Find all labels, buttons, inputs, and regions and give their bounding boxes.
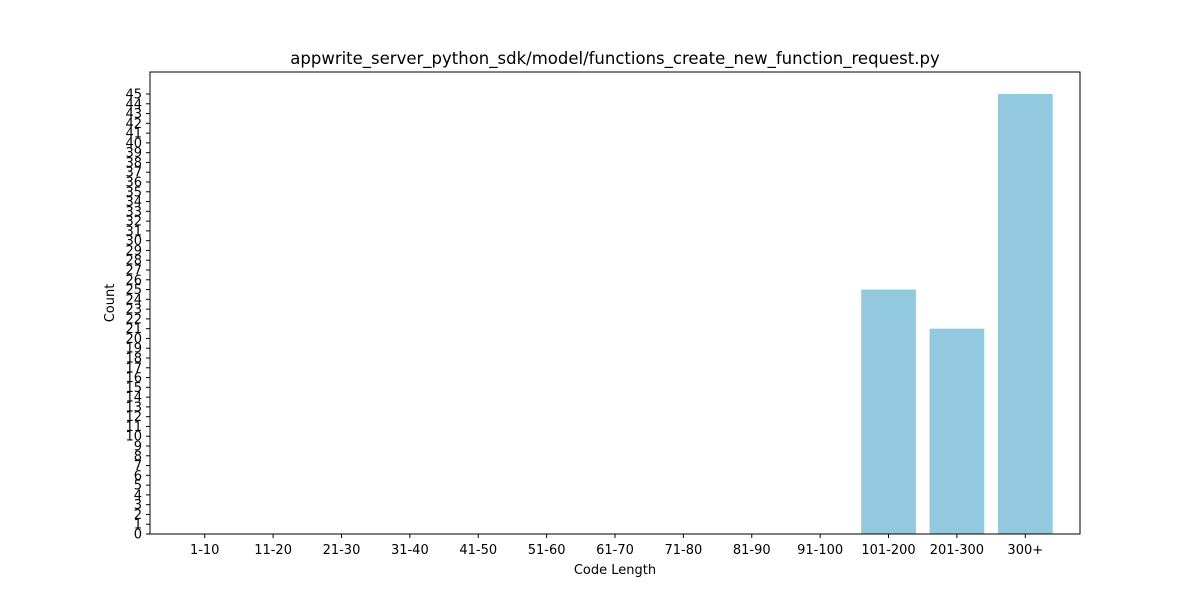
- bar: [997, 94, 1053, 534]
- x-tick-label: 21-30: [323, 543, 361, 558]
- bar: [861, 289, 916, 534]
- x-tick-label: 300+: [1007, 543, 1043, 558]
- x-tick-label: 91-100: [797, 543, 843, 558]
- x-tick-label: 71-80: [664, 543, 702, 558]
- bar-chart: appwrite_server_python_sdk/model/functio…: [103, 49, 1081, 578]
- x-tick-label: 61-70: [596, 543, 634, 558]
- bar: [929, 328, 985, 534]
- x-tick-label: 11-20: [254, 543, 292, 558]
- x-tick-label: 201-300: [930, 543, 984, 558]
- x-axis: 1-10 11-20 21-30 31-40 41-50 51-60 61-70 71-80 8…: [190, 534, 1043, 558]
- y-axis: 0123456789101112131415161718192021222324…: [125, 88, 150, 543]
- x-tick-label: 1-10: [190, 543, 220, 558]
- x-axis-label: Code Length: [574, 563, 656, 578]
- y-tick-label: 45: [125, 88, 142, 103]
- x-tick-label: 51-60: [528, 543, 566, 558]
- y-axis-label: Count: [103, 284, 118, 323]
- x-tick-label: 81-90: [733, 543, 771, 558]
- x-tick-label: 101-200: [861, 543, 915, 558]
- x-tick-label: 31-40: [391, 543, 429, 558]
- bars-layer: [861, 94, 1053, 534]
- chart-title: appwrite_server_python_sdk/model/functio…: [290, 49, 940, 69]
- x-tick-label: 41-50: [459, 543, 497, 558]
